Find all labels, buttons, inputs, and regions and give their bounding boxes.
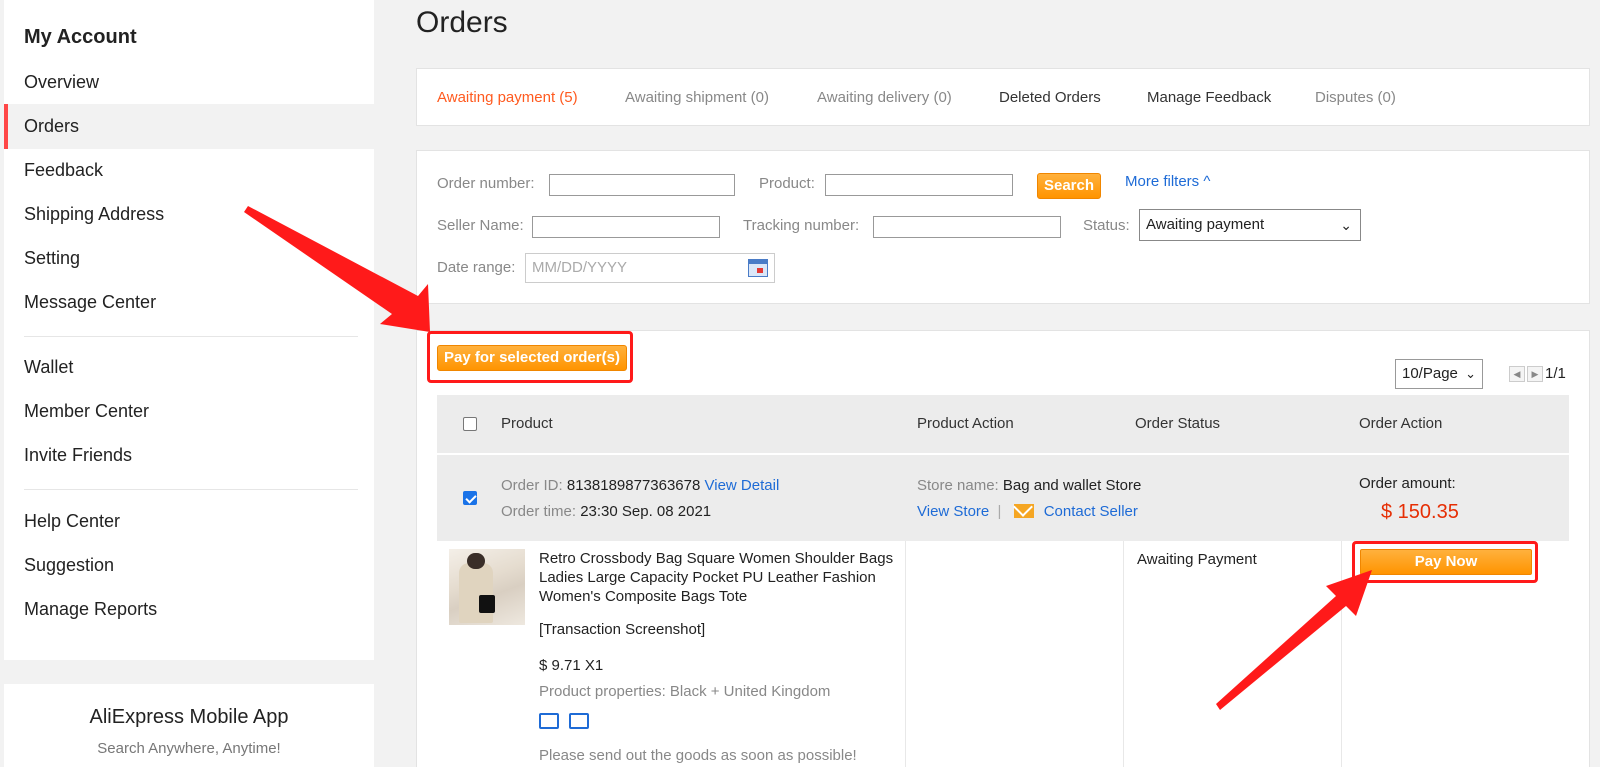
order-amount: $ 150.35	[1381, 501, 1459, 523]
column-product-action: Product Action	[917, 415, 1014, 432]
tab-disputes[interactable]: Disputes (0)	[1315, 69, 1396, 127]
column-divider	[1341, 541, 1342, 767]
view-detail-link[interactable]: View Detail	[705, 477, 780, 494]
chevron-down-icon: ⌄	[1465, 366, 1476, 381]
product-price-qty: $ 9.71 X1	[539, 657, 604, 674]
product-input[interactable]	[825, 174, 1013, 196]
order-amount-label: Order amount:	[1359, 475, 1456, 492]
prev-page-icon[interactable]: ◀	[1509, 365, 1525, 382]
order-select-checkbox[interactable]	[463, 491, 477, 505]
order-time: 23:30 Sep. 08 2021	[580, 503, 712, 520]
order-note: Please send out the goods as soon as pos…	[539, 747, 857, 764]
annotation-highlight-box	[427, 331, 633, 383]
store-name-label: Store name:	[917, 477, 999, 494]
order-status-tabs: Awaiting payment (5) Awaiting shipment (…	[416, 68, 1590, 126]
select-all-checkbox[interactable]	[463, 417, 477, 431]
sidebar-divider	[24, 489, 358, 490]
mobile-app-promo[interactable]: AliExpress Mobile App Search Anywhere, A…	[4, 684, 374, 767]
sidebar-item-message-center[interactable]: Message Center	[4, 280, 374, 325]
order-time-label: Order time:	[501, 503, 577, 520]
sidebar-item-wallet[interactable]: Wallet	[4, 345, 374, 390]
order-id: 8138189877363678	[566, 477, 701, 494]
tab-manage-feedback[interactable]: Manage Feedback	[1147, 69, 1271, 127]
app-promo-subtitle: Search Anywhere, Anytime!	[97, 740, 281, 757]
sidebar-item-overview[interactable]: Overview	[4, 60, 374, 105]
per-page-select[interactable]: 10/Page ⌄	[1395, 359, 1483, 389]
chevron-down-icon: ⌄	[1340, 217, 1352, 233]
per-page-value: 10/Page	[1402, 365, 1458, 382]
app-promo-title: AliExpress Mobile App	[89, 706, 289, 728]
orders-panel: Pay for selected order(s) 10/Page ⌄ ◀ ▶ …	[416, 330, 1590, 767]
sidebar-item-feedback[interactable]: Feedback	[4, 148, 374, 193]
order-filters: Order number: Product: Search More filte…	[416, 150, 1590, 304]
product-properties: Product properties: Black + United Kingd…	[539, 683, 831, 700]
date-range-label: Date range:	[437, 259, 516, 276]
annotation-highlight-box	[1352, 541, 1538, 583]
date-placeholder: MM/DD/YYYY	[532, 259, 628, 276]
sidebar-item-orders[interactable]: Orders	[4, 104, 374, 149]
sidebar-item-invite-friends[interactable]: Invite Friends	[4, 433, 374, 478]
pagination: ◀ ▶ 1/1	[1509, 365, 1566, 382]
product-label: Product:	[759, 175, 815, 192]
sidebar-item-help-center[interactable]: Help Center	[4, 499, 374, 544]
next-page-icon[interactable]: ▶	[1527, 365, 1543, 382]
order-header-row: Order ID: 8138189877363678 View Detail O…	[437, 455, 1569, 541]
sidebar-title: My Account	[24, 26, 137, 48]
column-divider	[1123, 541, 1124, 767]
order-number-label: Order number:	[437, 175, 535, 192]
shipping-truck-icon	[539, 713, 559, 729]
status-select-value: Awaiting payment	[1146, 216, 1265, 233]
tab-awaiting-payment[interactable]: Awaiting payment (5)	[437, 69, 578, 127]
view-store-link[interactable]: View Store	[917, 503, 989, 520]
more-filters-link[interactable]: More filters ^	[1125, 173, 1210, 190]
seller-name-label: Seller Name:	[437, 217, 524, 234]
product-thumbnail[interactable]	[449, 549, 525, 625]
page-indicator: 1/1	[1545, 365, 1566, 382]
sidebar-item-member-center[interactable]: Member Center	[4, 389, 374, 434]
product-title-link[interactable]: Retro Crossbody Bag Square Women Shoulde…	[539, 549, 899, 606]
store-name-line: Store name: Bag and wallet Store	[917, 477, 1141, 494]
tracking-number-input[interactable]	[873, 216, 1061, 238]
column-divider	[905, 541, 906, 767]
column-order-status: Order Status	[1135, 415, 1221, 432]
order-time-line: Order time: 23:30 Sep. 08 2021	[501, 503, 711, 520]
sidebar-item-setting[interactable]: Setting	[4, 236, 374, 281]
page-title: Orders	[416, 6, 508, 39]
seller-name-input[interactable]	[532, 216, 720, 238]
tab-awaiting-shipment[interactable]: Awaiting shipment (0)	[625, 69, 769, 127]
status-label: Status:	[1083, 217, 1130, 234]
orders-table-header: Product Product Action Order Status Orde…	[437, 395, 1569, 453]
search-button[interactable]: Search	[1037, 173, 1101, 199]
date-range-input[interactable]: MM/DD/YYYY	[525, 253, 775, 283]
envelope-icon	[1013, 504, 1034, 518]
store-links: View Store | Contact Seller	[917, 503, 1138, 520]
sidebar-divider	[24, 336, 358, 337]
column-product: Product	[501, 415, 553, 432]
order-status: Awaiting Payment	[1137, 551, 1257, 568]
sidebar-item-suggestion[interactable]: Suggestion	[4, 543, 374, 588]
order-id-line: Order ID: 8138189877363678 View Detail	[501, 477, 779, 494]
account-sidebar: My Account Overview Orders Feedback Ship…	[4, 0, 374, 660]
column-order-action: Order Action	[1359, 415, 1443, 432]
order-id-label: Order ID:	[501, 477, 563, 494]
tab-awaiting-delivery[interactable]: Awaiting delivery (0)	[817, 69, 952, 127]
link-separator: |	[997, 503, 1002, 520]
order-product-row: Retro Crossbody Bag Square Women Shoulde…	[437, 541, 1569, 767]
contact-seller-link[interactable]: Contact Seller	[1044, 503, 1138, 520]
calendar-icon[interactable]	[748, 259, 768, 277]
sidebar-item-manage-reports[interactable]: Manage Reports	[4, 587, 374, 632]
transaction-snapshot-link[interactable]: [Transaction Screenshot]	[539, 621, 705, 638]
status-select[interactable]: Awaiting payment ⌄	[1139, 209, 1361, 241]
store-name: Bag and wallet Store	[1002, 477, 1142, 494]
return-icon	[569, 713, 589, 729]
order-number-input[interactable]	[549, 174, 735, 196]
tab-deleted-orders[interactable]: Deleted Orders	[999, 69, 1101, 127]
sidebar-item-shipping-address[interactable]: Shipping Address	[4, 192, 374, 237]
tracking-number-label: Tracking number:	[743, 217, 860, 234]
